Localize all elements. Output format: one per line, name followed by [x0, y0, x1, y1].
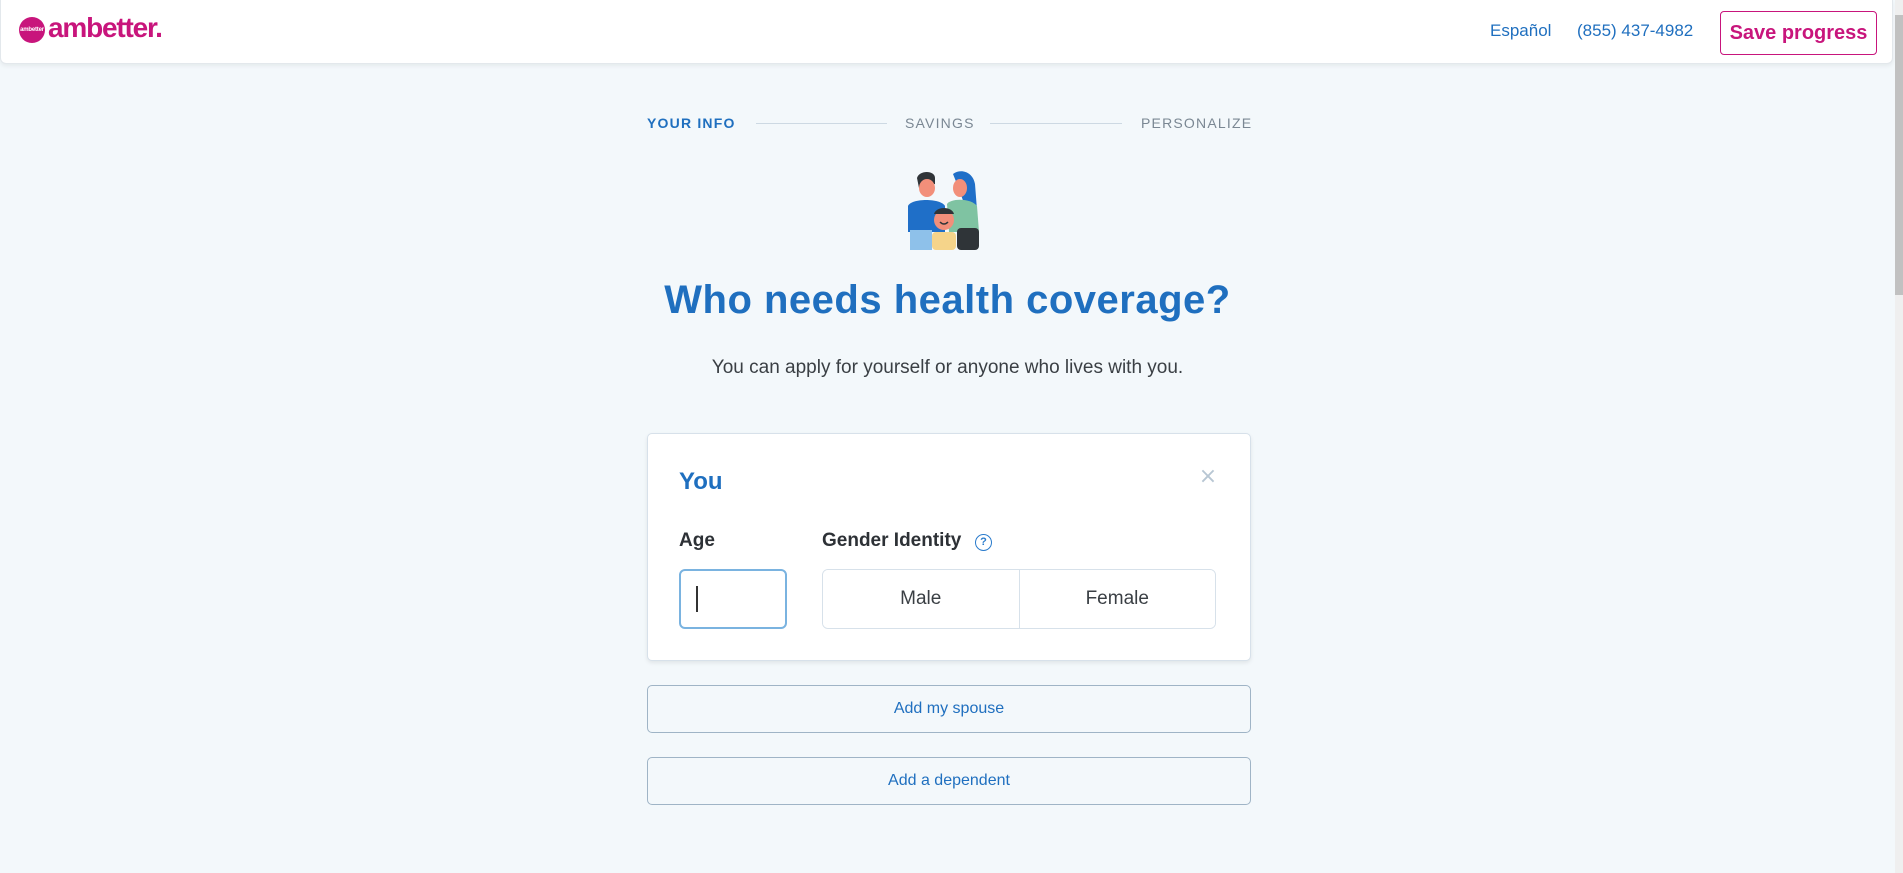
ambetter-logo[interactable]: ambetter ambetter.	[19, 12, 163, 44]
text-caret	[696, 586, 698, 612]
phone-link[interactable]: (855) 437-4982	[1577, 20, 1693, 42]
logo-badge-icon: ambetter	[19, 17, 45, 43]
age-label: Age	[679, 530, 715, 551]
add-spouse-button[interactable]: Add my spouse	[647, 685, 1251, 733]
gender-identity-label: Gender Identity	[822, 530, 962, 551]
save-progress-button[interactable]: Save progress	[1720, 11, 1877, 55]
logo-wordmark: ambetter.	[48, 12, 163, 43]
gender-female-button[interactable]: Female	[1018, 570, 1215, 628]
top-header: ambetter ambetter. Español (855) 437-498…	[0, 0, 1893, 64]
page: ambetter ambetter. Español (855) 437-498…	[0, 0, 1895, 873]
applicant-title: You	[679, 468, 723, 495]
family-illustration-icon	[908, 171, 979, 250]
close-icon[interactable]: ×	[1198, 466, 1218, 488]
page-title: Who needs health coverage?	[664, 278, 1231, 322]
step-connector	[990, 123, 1122, 124]
vertical-scrollbar[interactable]	[1895, 0, 1903, 873]
page-subtitle: You can apply for yourself or anyone who…	[711, 357, 1184, 378]
step-personalize: PERSONALIZE	[1141, 115, 1253, 131]
progress-stepper: YOUR INFO SAVINGS PERSONALIZE	[647, 113, 1251, 133]
add-dependent-button[interactable]: Add a dependent	[647, 757, 1251, 805]
scrollbar-thumb[interactable]	[1895, 15, 1903, 295]
step-connector	[756, 123, 887, 124]
gender-toggle-group: Male Female	[822, 569, 1216, 629]
step-your-info: YOUR INFO	[647, 115, 736, 131]
step-savings: SAVINGS	[905, 115, 975, 131]
applicant-card-you: You × Age Gender Identity ? Male Female	[647, 433, 1251, 661]
gender-male-button[interactable]: Male	[823, 570, 1019, 628]
help-icon[interactable]: ?	[975, 534, 992, 551]
language-link[interactable]: Español	[1490, 20, 1551, 42]
